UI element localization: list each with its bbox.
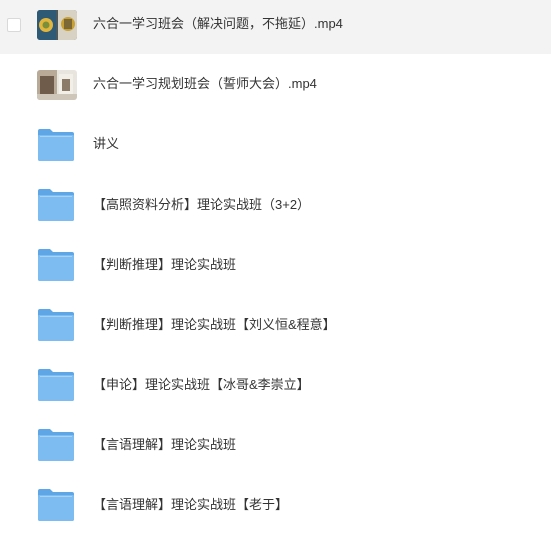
file-list: 六合一学习班会（解决问题，不拖延）.mp4 六合一学习规划班会（誓师大会）.mp… [0, 0, 551, 530]
folder-row[interactable]: 【言语理解】理论实战班 [0, 414, 551, 474]
folder-name[interactable]: 【申论】理论实战班【冰哥&李崇立】 [93, 375, 310, 395]
folder-icon [37, 308, 75, 342]
folder-icon [37, 368, 75, 402]
folder-name[interactable]: 【言语理解】理论实战班【老于】 [93, 495, 288, 515]
folder-icon [37, 488, 75, 522]
select-checkbox[interactable] [7, 18, 21, 32]
folder-row[interactable]: 【高照资料分析】理论实战班（3+2） [0, 174, 551, 234]
folder-row[interactable]: 【申论】理论实战班【冰哥&李崇立】 [0, 354, 551, 414]
folder-row[interactable]: 讲义 [0, 114, 551, 174]
file-name[interactable]: 六合一学习班会（解决问题，不拖延）.mp4 [93, 14, 343, 34]
file-row[interactable]: 六合一学习班会（解决问题，不拖延）.mp4 [0, 0, 551, 54]
folder-icon [37, 188, 75, 222]
folder-name[interactable]: 【判断推理】理论实战班【刘义恒&程意】 [93, 315, 336, 335]
folder-name[interactable]: 【高照资料分析】理论实战班（3+2） [93, 195, 310, 215]
file-row[interactable]: 六合一学习规划班会（誓师大会）.mp4 [0, 54, 551, 114]
folder-row[interactable]: 【判断推理】理论实战班 [0, 234, 551, 294]
folder-icon [37, 428, 75, 462]
video-thumbnail-icon [37, 10, 77, 40]
folder-icon [37, 248, 75, 282]
folder-name[interactable]: 【言语理解】理论实战班 [93, 435, 236, 455]
folder-row[interactable]: 【言语理解】理论实战班【老于】 [0, 474, 551, 534]
file-name[interactable]: 六合一学习规划班会（誓师大会）.mp4 [93, 74, 317, 94]
folder-name[interactable]: 讲义 [93, 134, 119, 154]
folder-name[interactable]: 【判断推理】理论实战班 [93, 255, 236, 275]
folder-row[interactable]: 【判断推理】理论实战班【刘义恒&程意】 [0, 294, 551, 354]
video-thumbnail-icon [37, 70, 77, 100]
folder-icon [37, 128, 75, 162]
